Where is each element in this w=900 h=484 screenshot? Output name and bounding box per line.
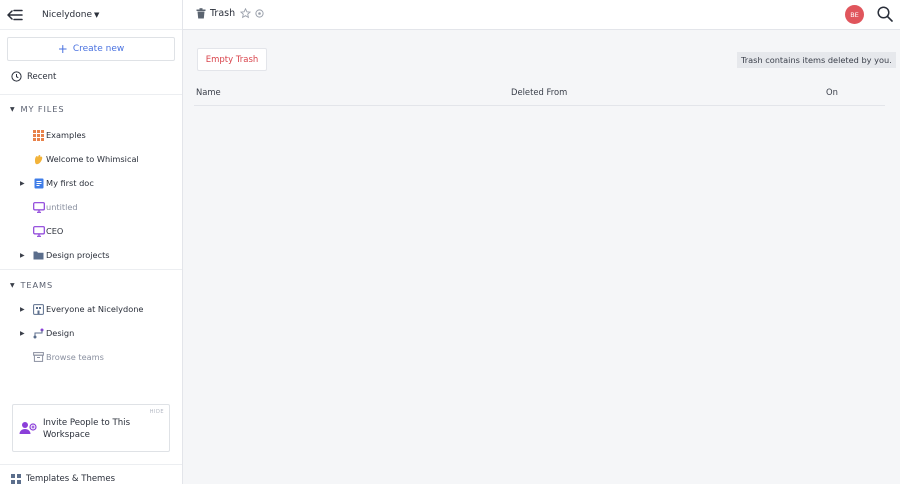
star-icon[interactable] (240, 8, 252, 19)
sidebar-item-my-first-doc[interactable]: ▶ My first doc (20, 174, 94, 192)
wave-hand-icon (32, 153, 45, 166)
teams-heading[interactable]: ▼ TEAMS (10, 280, 53, 290)
plus-icon: + (57, 42, 68, 56)
create-new-button[interactable]: + Create new (7, 37, 175, 61)
column-header-name[interactable]: Name (196, 87, 221, 97)
search-icon[interactable] (877, 6, 893, 22)
caret-right-icon[interactable]: ▶ (20, 180, 32, 187)
trash-info-note: Trash contains items deleted by you. (737, 52, 896, 68)
sidebar-item-label: Examples (46, 130, 86, 140)
sidebar-item-label: CEO (46, 226, 64, 236)
teams-heading-label: TEAMS (20, 280, 54, 290)
caret-right-icon[interactable]: ▶ (20, 306, 32, 313)
sidebar-item-label: My first doc (46, 178, 94, 188)
board-icon (32, 201, 45, 214)
sidebar-item-browse-teams[interactable]: Browse teams (20, 348, 104, 366)
trash-icon (196, 8, 206, 19)
flow-icon (32, 327, 45, 340)
clock-icon (11, 71, 22, 82)
workspace-name: Nicelydone (42, 9, 93, 20)
sidebar-item-ceo[interactable]: CEO (20, 222, 63, 240)
divider (0, 269, 182, 270)
sidebar-item-label: Design projects (46, 250, 110, 260)
settings-icon[interactable] (255, 9, 264, 18)
workspace-switcher[interactable]: Nicelydone ▼ (42, 10, 99, 20)
empty-trash-button[interactable]: Empty Trash (197, 48, 267, 71)
archive-icon (32, 351, 45, 364)
recent-label: Recent (27, 71, 57, 82)
page-title-text: Trash (210, 8, 236, 19)
grid-icon (32, 129, 45, 142)
folder-icon (32, 249, 45, 262)
topbar: Trash BE (183, 0, 900, 30)
divider (0, 94, 182, 95)
my-files-heading[interactable]: ▼ MY FILES (10, 104, 64, 114)
table-header-divider (194, 105, 885, 106)
invite-card[interactable]: HIDE Invite People to This Workspace (12, 404, 170, 452)
sidebar-header: Nicelydone ▼ (0, 0, 182, 30)
sidebar-item-label: Everyone at Nicelydone (46, 304, 144, 314)
sidebar-item-design[interactable]: ▶ Design (20, 324, 74, 342)
avatar[interactable]: BE (845, 5, 864, 24)
sidebar-item-examples[interactable]: Examples (20, 126, 86, 144)
divider (0, 464, 182, 465)
caret-down-icon: ▼ (10, 105, 16, 113)
sidebar: Nicelydone ▼ + Create new Recent ▼ MY FI… (0, 0, 183, 484)
page-title: Trash (196, 8, 264, 19)
column-header-on[interactable]: On (826, 87, 838, 97)
sidebar-item-design-projects[interactable]: ▶ Design projects (20, 246, 110, 264)
my-files-heading-label: MY FILES (20, 104, 65, 114)
doc-icon (32, 177, 45, 190)
caret-right-icon[interactable]: ▶ (20, 252, 32, 259)
building-icon (32, 303, 45, 316)
sidebar-item-recent[interactable]: Recent (11, 71, 56, 82)
sidebar-item-everyone[interactable]: ▶ Everyone at Nicelydone (20, 300, 143, 318)
invite-people-icon (19, 421, 37, 438)
board-icon (32, 225, 45, 238)
create-new-label: Create new (72, 44, 125, 54)
sidebar-item-label: Browse teams (46, 352, 104, 362)
hide-button[interactable]: HIDE (150, 409, 164, 415)
sidebar-item-label: untitled (46, 202, 78, 212)
templates-label: Templates & Themes (26, 474, 115, 484)
sidebar-item-label: Welcome to Whimsical (46, 154, 139, 164)
caret-down-icon: ▼ (10, 281, 16, 289)
sidebar-item-label: Design (46, 328, 75, 338)
sidebar-item-welcome[interactable]: Welcome to Whimsical (20, 150, 139, 168)
column-header-deleted-from[interactable]: Deleted From (511, 87, 567, 97)
sidebar-item-untitled[interactable]: untitled (20, 198, 78, 216)
templates-icon (11, 474, 21, 484)
collapse-sidebar-icon[interactable] (7, 9, 23, 21)
invite-text: Invite People to This Workspace (43, 418, 131, 440)
caret-right-icon[interactable]: ▶ (20, 330, 32, 337)
chevron-down-icon: ▼ (94, 10, 100, 19)
templates-themes-link[interactable]: Templates & Themes (11, 474, 115, 484)
